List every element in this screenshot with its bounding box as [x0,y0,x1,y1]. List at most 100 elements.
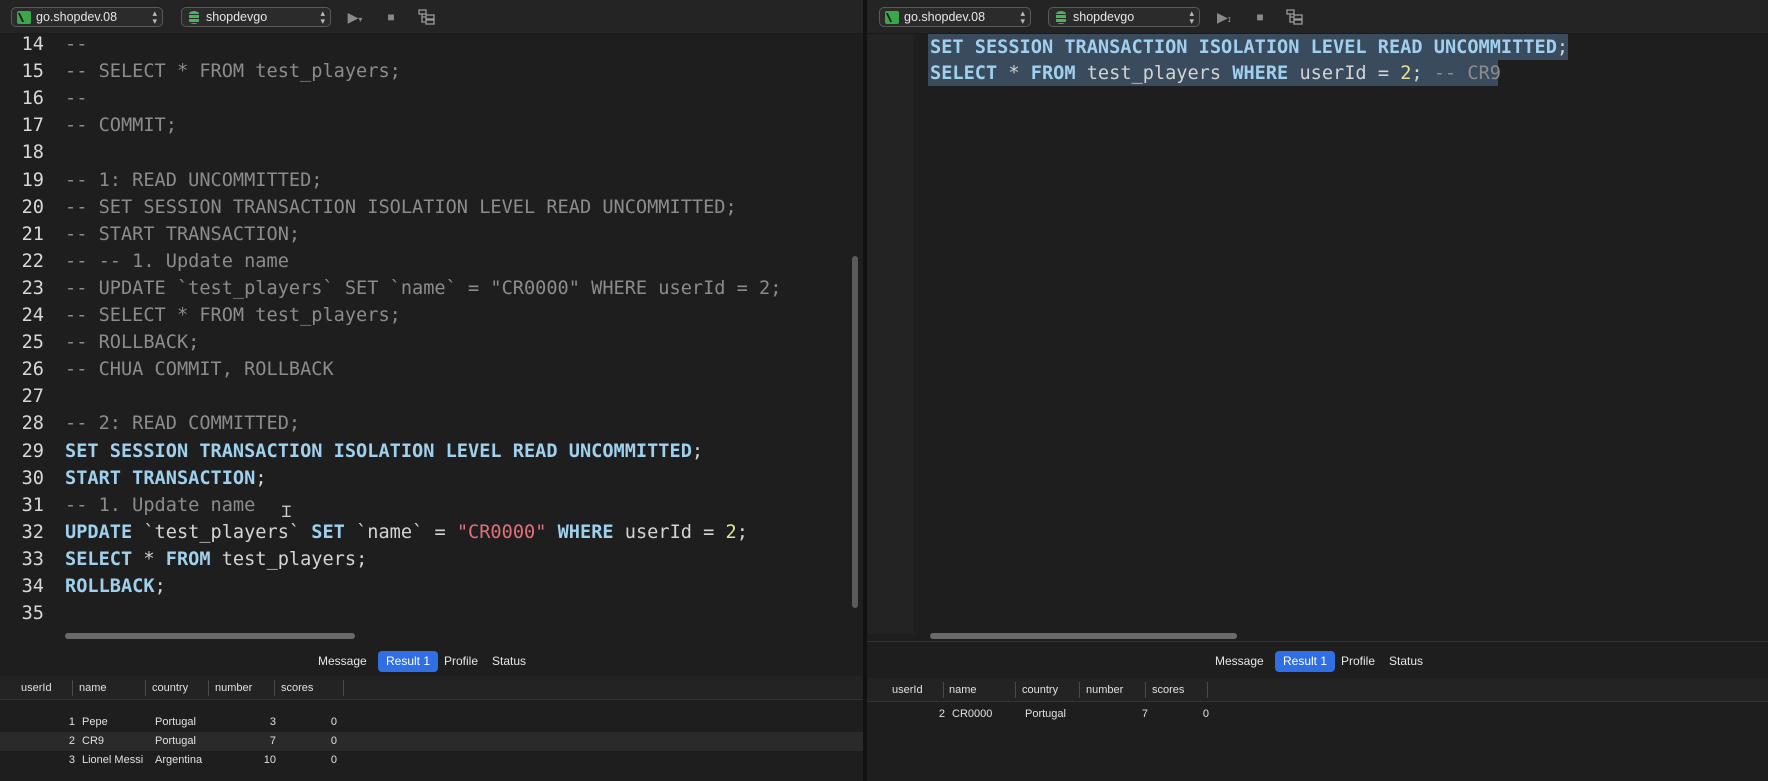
code-text: -- ROLLBACK; [65,329,199,356]
code-line[interactable]: 29 SET SESSION TRANSACTION ISOLATION LEVE… [0,438,863,465]
code-line[interactable]: 16 -- [0,85,863,112]
code-line[interactable]: 32 UPDATE `test_players` SET `name` = "CR… [0,519,863,546]
code-line[interactable]: 20 -- SET SESSION TRANSACTION ISOLATION L… [0,194,863,221]
tab-result-1[interactable]: Result 1 [1275,651,1336,672]
column-header[interactable]: country [152,676,188,700]
table-row[interactable]: 3 Lionel Messi Argentina 10 0 [0,751,863,770]
line-number: 27 [21,386,44,408]
code-line[interactable]: 2SELECT * FROM test_players WHERE userId… [867,60,1768,87]
code-token: -- 1. Update name [65,494,256,516]
explain-icon[interactable] [418,9,436,25]
code-line[interactable]: 31 -- 1. Update name [0,492,863,519]
database-icon [1054,11,1068,24]
column-separator[interactable] [145,680,146,696]
table-row[interactable]: 1 Pepe Portugal 3 0 [0,713,863,732]
tab-result-1[interactable]: Result 1 [378,651,439,672]
code-line[interactable]: 35 [0,600,863,627]
tab-message[interactable]: Message [1207,651,1272,672]
code-line[interactable]: 18 [0,139,863,166]
code-token: -- SELECT * FROM test_players; [65,305,401,326]
tab-status[interactable]: Status [1381,651,1431,672]
column-separator[interactable] [1145,682,1146,698]
code-line[interactable]: 33 SELECT * FROM test_players; [0,546,863,573]
explain-icon[interactable] [1286,9,1304,25]
select-arrows-icon: ▴ ▾ [1189,8,1194,26]
tab-status[interactable]: Status [484,651,534,672]
column-separator[interactable] [72,680,73,696]
table-row[interactable]: 2 CR9 Portugal 7 0 [0,732,863,751]
code-token: "CR0000" [456,521,547,543]
database-select[interactable]: shopdevgo ▴ ▾ [181,7,331,27]
horizontal-scrollbar[interactable] [65,633,355,639]
vertical-scrollbar[interactable] [852,256,858,608]
tab-message[interactable]: Message [310,651,375,672]
column-header[interactable]: scores [1152,678,1184,702]
sql-editor[interactable]: 14 -- 15 -- SELECT * FROM test_players; 16 --… [0,34,863,643]
code-token: SELECT [65,548,133,570]
code-token: START TRANSACTION [65,467,256,489]
result-grid[interactable]: userId name country number scores 2 CR0000 Port… [867,678,1768,781]
code-line[interactable]: 25 -- ROLLBACK; [0,329,863,356]
code-line[interactable]: 3 [867,86,1768,113]
tab-profile[interactable]: Profile [1333,651,1383,672]
code-line[interactable]: 19 -- 1: READ UNCOMMITTED; [0,167,863,194]
code-token: ; [154,576,166,597]
column-header[interactable]: number [215,676,252,700]
code-token: ; [1411,63,1434,84]
column-separator[interactable] [1207,682,1208,698]
code-line[interactable]: 1SET SESSION TRANSACTION ISOLATION LEVEL… [867,34,1768,61]
line-number: 29 [21,440,44,462]
code-token: SET SESSION TRANSACTION ISOLATION LEVEL … [930,37,1557,58]
tab-profile[interactable]: Profile [436,651,486,672]
code-text: -- SELECT * FROM test_players; [65,58,401,85]
column-separator[interactable] [343,680,344,696]
column-header[interactable]: userId [21,676,52,700]
code-text: START TRANSACTION; [65,465,267,492]
code-line[interactable]: 24 -- SELECT * FROM test_players; [0,302,863,329]
code-token: test_players [1075,63,1233,84]
column-separator[interactable] [274,680,275,696]
sql-editor[interactable]: 1SET SESSION TRANSACTION ISOLATION LEVEL… [867,34,1768,634]
line-number: 23 [21,277,44,299]
database-label: shopdevgo [206,10,268,24]
stop-icon[interactable]: ■ [1251,9,1269,25]
code-line[interactable]: 28 -- 2: READ COMMITTED; [0,410,863,437]
run-icon[interactable]: ▶▾ [346,9,364,25]
code-line[interactable]: 27 [0,383,863,410]
code-line[interactable]: 26 -- CHUA COMMIT, ROLLBACK [0,356,863,383]
code-text: ROLLBACK; [65,573,166,600]
column-header[interactable]: scores [281,676,313,700]
run-selected-icon[interactable]: ▶ɪ [1215,9,1233,25]
code-line[interactable]: 30 START TRANSACTION; [0,465,863,492]
code-line[interactable]: 23 -- UPDATE `test_players` SET `name` = … [0,275,863,302]
code-line[interactable]: 14 -- [0,31,863,58]
code-token: * [997,63,1031,84]
line-number: 24 [21,305,44,326]
code-line[interactable]: 34 ROLLBACK; [0,573,863,600]
column-separator[interactable] [1079,682,1080,698]
connection-select[interactable]: go.shopdev.08 ▴ ▾ [11,7,163,27]
result-grid[interactable]: userId name country number scores 1 Pepe Portug… [0,676,863,781]
stop-icon[interactable]: ■ [382,9,400,25]
table-cell: 3 [269,716,276,728]
column-header[interactable]: name [79,676,107,700]
column-header[interactable]: number [1086,678,1123,702]
horizontal-scrollbar[interactable] [930,633,1237,639]
column-header[interactable]: userId [892,678,923,702]
code-line[interactable]: 21 -- START TRANSACTION; [0,221,863,248]
code-token: UPDATE [65,521,133,543]
line-number: 14 [21,34,44,55]
column-header[interactable]: name [949,678,977,702]
column-header[interactable]: country [1022,678,1058,702]
column-separator[interactable] [943,682,944,698]
code-line[interactable]: 17 -- COMMIT; [0,112,863,139]
connection-select[interactable]: go.shopdev.08 ▴ ▾ [879,7,1031,27]
code-line[interactable]: 15 -- SELECT * FROM test_players; [0,58,863,85]
database-select[interactable]: shopdevgo ▴ ▾ [1048,7,1200,27]
column-separator[interactable] [1015,682,1016,698]
table-row[interactable]: 2 CR0000 Portugal 7 0 [867,705,1768,724]
table-cell: 3 [68,754,75,766]
column-separator[interactable] [208,680,209,696]
code-line[interactable]: 22 -- -- 1. Update name [0,248,863,275]
